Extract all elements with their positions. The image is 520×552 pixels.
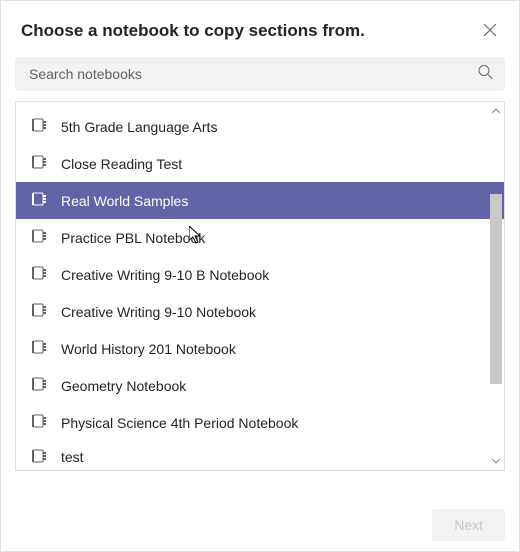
next-button[interactable]: Next [432, 509, 505, 541]
scroll-up-icon[interactable] [489, 104, 503, 118]
list-item[interactable]: World History 201 Notebook [16, 330, 504, 367]
list-item[interactable]: 5th Grade Language Arts [16, 108, 504, 145]
list-item[interactable]: Creative Writing 9-10 B Notebook [16, 256, 504, 293]
notebook-list: 5th Grade Language Arts Close Reading Tes… [15, 101, 505, 471]
search-icon [477, 64, 493, 85]
list-item[interactable]: Close Reading Test [16, 145, 504, 182]
notebook-label: 5th Grade Language Arts [61, 119, 217, 135]
notebook-icon [32, 266, 47, 283]
notebook-label: Close Reading Test [61, 156, 182, 172]
notebook-label: Geometry Notebook [61, 378, 186, 394]
list-item[interactable]: Creative Writing 9-10 Notebook [16, 293, 504, 330]
notebook-icon [32, 155, 47, 172]
notebook-icon [32, 229, 47, 246]
list-item[interactable]: Real World Samples [16, 182, 504, 219]
page-title: Choose a notebook to copy sections from. [21, 21, 365, 41]
close-button[interactable] [481, 21, 499, 39]
notebook-icon [32, 449, 47, 463]
notebook-label: test [61, 449, 84, 463]
notebook-icon [32, 340, 47, 357]
notebook-label: World History 201 Notebook [61, 341, 236, 357]
notebook-label: Real World Samples [61, 193, 188, 209]
scroll-down-icon[interactable] [489, 454, 503, 468]
scroll-thumb[interactable] [490, 194, 502, 384]
search-input[interactable] [15, 57, 505, 91]
notebook-icon [32, 118, 47, 135]
close-icon [483, 23, 497, 37]
notebook-icon [32, 414, 47, 431]
notebook-label: Creative Writing 9-10 B Notebook [61, 267, 269, 283]
notebook-icon [32, 192, 47, 209]
search-container [15, 57, 505, 91]
list-item[interactable]: Practice PBL Notebook [16, 219, 504, 256]
list-item[interactable]: test [16, 441, 504, 463]
list-item[interactable]: Geometry Notebook [16, 367, 504, 404]
list-item[interactable]: Physical Science 4th Period Notebook [16, 404, 504, 441]
scrollbar[interactable] [489, 104, 503, 468]
notebook-icon [32, 303, 47, 320]
notebook-label: Physical Science 4th Period Notebook [61, 415, 298, 431]
notebook-icon [32, 377, 47, 394]
notebook-label: Creative Writing 9-10 Notebook [61, 304, 256, 320]
notebook-label: Practice PBL Notebook [61, 230, 205, 246]
